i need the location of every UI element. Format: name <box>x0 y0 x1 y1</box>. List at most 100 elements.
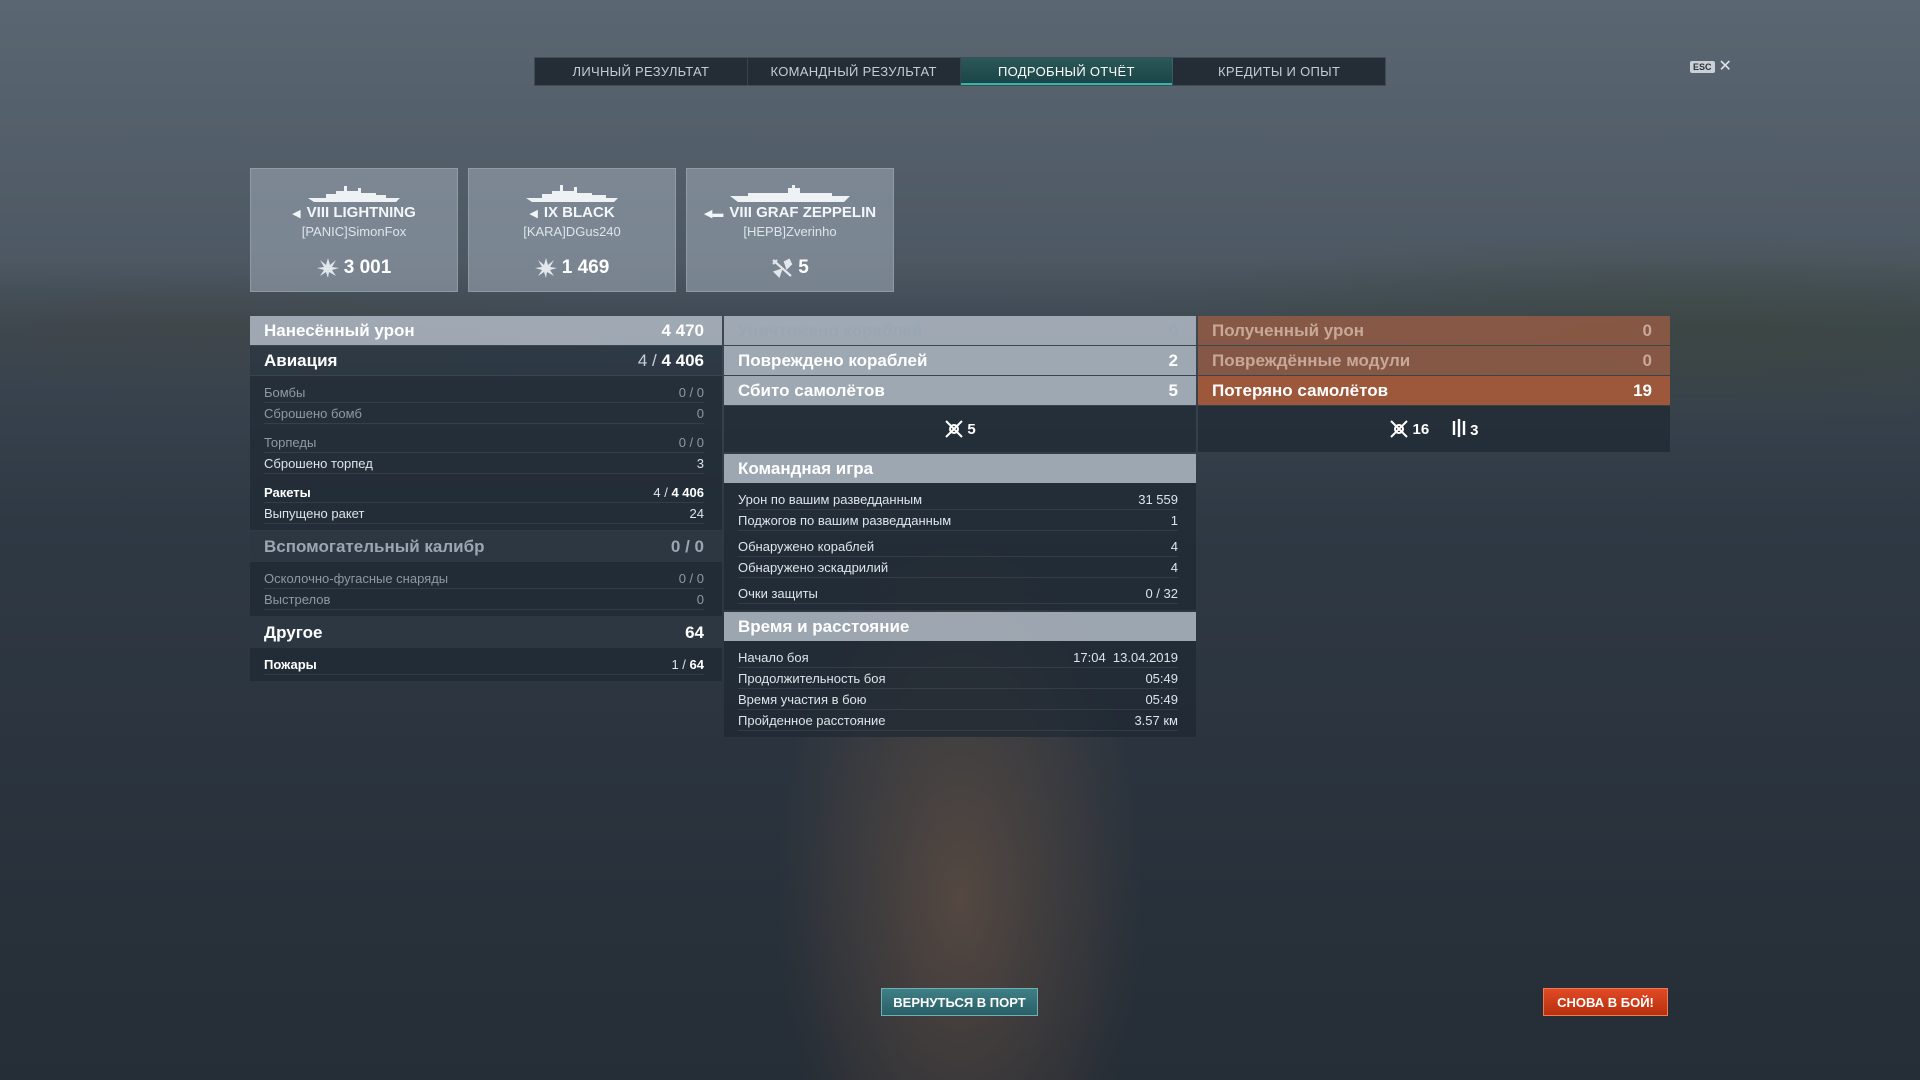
rockets-row: Ракеты 4 / 4 406 <box>264 482 704 503</box>
row-label: Сброшено торпед <box>264 455 373 471</box>
ship-silhouette-icon <box>730 185 850 202</box>
row-value: 1 <box>1170 512 1178 528</box>
row-label: Сброшено бомб <box>264 405 362 421</box>
row-value: 0 <box>1642 320 1652 340</box>
ship-silhouette-icon <box>526 185 618 202</box>
scouted-damage-row: Урон по вашим разведданным 31 559 <box>738 489 1178 510</box>
time-in-battle-row: Время участия в бою 05:49 <box>738 689 1178 710</box>
row-value: 4 <box>1170 538 1178 554</box>
battle-start-row: Начало боя 17:04 13.04.2019 <box>738 647 1178 668</box>
result-tabs: ЛИЧНЫЙ РЕЗУЛЬТАТ КОМАНДНЫЙ РЕЗУЛЬТАТ ПОД… <box>534 57 1386 86</box>
row-value: 05:49 <box>1145 691 1178 707</box>
row-value: 2 <box>1168 350 1178 370</box>
row-value: 17:04 13.04.2019 <box>1073 649 1178 665</box>
row-label: Пожары <box>264 656 317 672</box>
ship-card-lightning[interactable]: ◀ VIII LIGHTNING [PANIC]SimonFox 3 001 <box>250 168 458 292</box>
close-button[interactable]: ESC ✕ <box>1690 58 1732 75</box>
plane-shot-down-icon <box>945 420 964 438</box>
row-value: 4 470 <box>661 320 704 340</box>
row-value: 0 <box>1168 320 1178 340</box>
row-value: 31 559 <box>1138 491 1178 507</box>
distance-row: Пройденное расстояние 3.57 км <box>738 710 1178 731</box>
battle-again-button[interactable]: СНОВА В БОЙ! <box>1543 988 1668 1016</box>
tab-personal-result[interactable]: ЛИЧНЫЙ РЕЗУЛЬТАТ <box>535 58 748 85</box>
card-stat-value: 3 001 <box>343 257 392 278</box>
damage-icon <box>534 258 557 278</box>
tab-team-result[interactable]: КОМАНДНЫЙ РЕЗУЛЬТАТ <box>748 58 961 85</box>
ships-spotted-row: Обнаружено кораблей 4 <box>738 536 1178 557</box>
row-label: Ракеты <box>264 484 311 500</box>
planes-lost-shot-item: 16 <box>1389 420 1429 438</box>
modules-damaged-row: Повреждённые модули 0 <box>1198 346 1670 375</box>
row-label: Время участия в бою <box>738 691 867 707</box>
plane-shot-icon <box>772 258 793 278</box>
rockets-fired-row: Выпущено ракет 24 <box>264 503 704 524</box>
row-value: 4 / 4 406 <box>638 351 704 371</box>
destroyer-icon: ◀ <box>292 208 301 220</box>
aviation-row: Авиация 4 / 4 406 <box>250 346 722 375</box>
row-value: 3 <box>696 455 704 471</box>
defense-points-row: Очки защиты 0 / 32 <box>738 583 1178 604</box>
row-value: 64 <box>685 622 704 642</box>
ship-card-black[interactable]: ◀ IX BLACK [KARA]DGus240 1 469 <box>468 168 676 292</box>
carrier-icon: ◀▬ <box>703 208 724 220</box>
tab-detailed-report[interactable]: ПОДРОБНЫЙ ОТЧЁТ <box>960 58 1174 85</box>
card-stat: 3 001 <box>251 257 457 279</box>
battle-duration-row: Продолжительность боя 05:49 <box>738 668 1178 689</box>
row-value: 4 / 4 406 <box>653 485 704 500</box>
row-label: Обнаружено эскадрилий <box>738 559 889 575</box>
row-label: Осколочно-фугасные снаряды <box>264 570 449 586</box>
row-label: Выпущено ракет <box>264 505 365 521</box>
bombs-row: Бомбы 0 / 0 <box>264 382 704 403</box>
row-value-part: 4 / <box>653 484 672 500</box>
player-name: [KARA]DGus240 <box>523 224 621 239</box>
row-label: Продолжительность боя <box>738 670 886 686</box>
ship-card-graf-zeppelin[interactable]: ◀▬ VIII GRAF ZEPPELIN [HEPB]Zverinho 5 <box>686 168 894 292</box>
ships-damaged-row: Повреждено кораблей 2 <box>724 346 1196 375</box>
ship-name: ◀▬ VIII GRAF ZEPPELIN <box>687 204 893 221</box>
row-label: Сбито самолётов <box>738 380 885 400</box>
row-value: 0 <box>1642 350 1652 370</box>
planes-lost-shot-count: 16 <box>1412 421 1430 438</box>
planes-shot-breakdown: 5 <box>724 406 1196 452</box>
card-stat: 1 469 <box>469 257 675 279</box>
he-shells-row: Осколочно-фугасные снаряды 0 / 0 <box>264 568 704 589</box>
planes-lost-other-count: 3 <box>1470 422 1479 439</box>
card-stat: 5 <box>687 257 893 279</box>
card-stat-value: 5 <box>798 257 809 278</box>
bombs-dropped-row: Сброшено бомб 0 <box>264 403 704 424</box>
close-icon: ✕ <box>1718 58 1732 75</box>
player-name: [PANIC]SimonFox <box>301 224 407 239</box>
damage-icon <box>316 258 339 278</box>
row-label: Обнаружено кораблей <box>738 538 875 554</box>
row-value-part: 4 406 <box>661 350 704 370</box>
row-label: Уничтожено кораблей <box>738 320 923 340</box>
other-row: Другое 64 <box>250 618 722 647</box>
planes-shot-item: 5 <box>944 420 976 438</box>
return-to-port-button[interactable]: ВЕРНУТЬСЯ В ПОРТ <box>881 988 1038 1016</box>
planes-shot-count: 5 <box>967 421 976 438</box>
planes-shot-row: Сбито самолётов 5 <box>724 376 1196 405</box>
row-label: Поджогов по вашим разведданным <box>738 512 952 528</box>
ship-name: ◀ VIII LIGHTNING <box>251 204 457 221</box>
row-label: Торпеды <box>264 434 317 450</box>
row-value: 5 <box>1168 380 1178 400</box>
player-name: [HEPB]Zverinho <box>743 224 837 239</box>
ship-tier-name: IX BLACK <box>543 204 615 221</box>
row-label: Урон по вашим разведданным <box>738 491 923 507</box>
row-value-part: 4 406 <box>671 484 704 500</box>
row-label: Бомбы <box>264 384 306 400</box>
row-value-part: 64 <box>689 656 704 672</box>
row-label: Другое <box>264 622 323 642</box>
other-details: Пожары 1 / 64 <box>250 648 722 681</box>
tab-credits-xp[interactable]: КРЕДИТЫ И ОПЫТ <box>1173 58 1385 85</box>
squadrons-spotted-row: Обнаружено эскадрилий 4 <box>738 557 1178 578</box>
row-label: Пройденное расстояние <box>738 712 886 728</box>
shots-row: Выстрелов 0 <box>264 589 704 610</box>
secondary-details: Осколочно-фугасные снаряды 0 / 0 Выстрело… <box>250 562 722 616</box>
row-value: 0 / 0 <box>678 434 704 450</box>
ship-silhouette-icon <box>308 186 400 202</box>
row-value-part: 4 / <box>637 350 662 370</box>
ships-planes-panel: Уничтожено кораблей 0 Повреждено кораблей… <box>724 316 1196 737</box>
time-distance-title: Время и расстояние <box>724 612 1196 641</box>
